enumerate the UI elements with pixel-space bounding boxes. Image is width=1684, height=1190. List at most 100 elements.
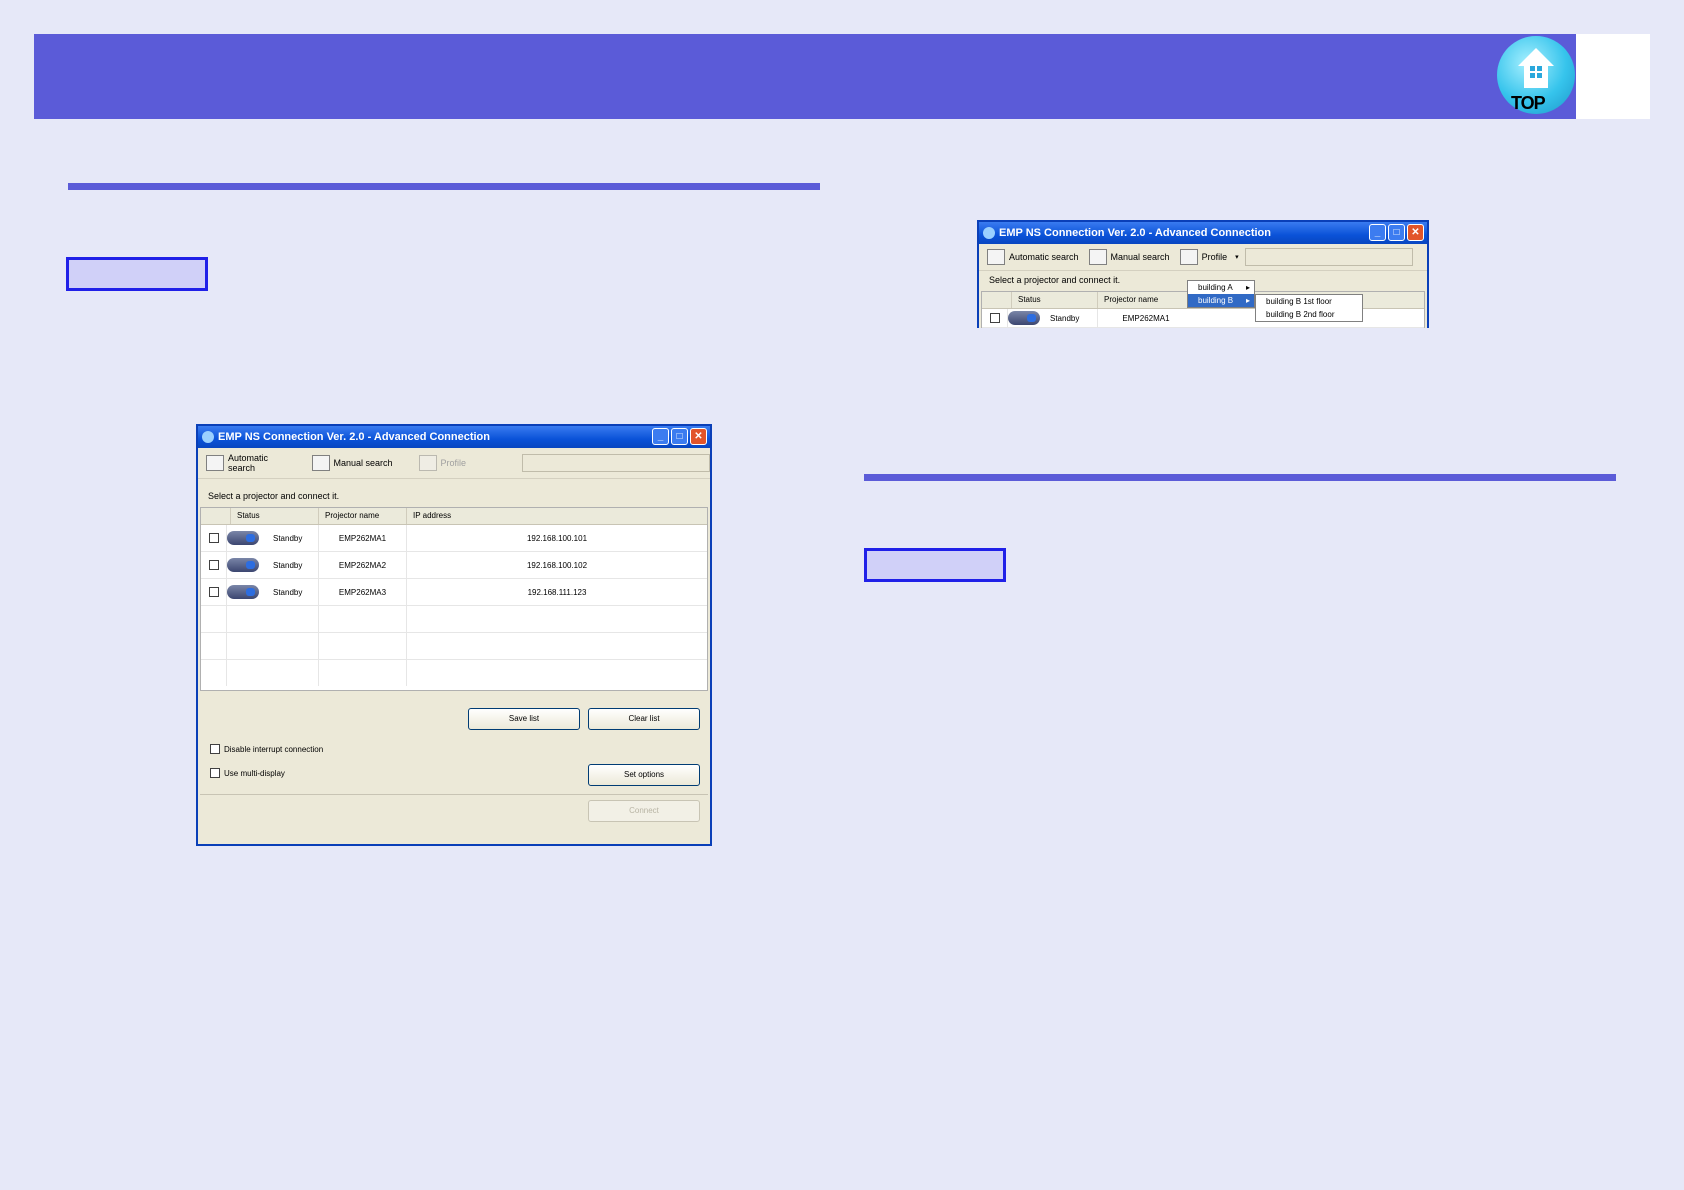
profile-label: Profile: [1201, 252, 1228, 262]
menu-item-building-a[interactable]: building A ▸: [1188, 281, 1254, 294]
menu-item-label: building A: [1198, 283, 1233, 292]
row-checkbox[interactable]: [989, 313, 1000, 323]
top-button[interactable]: TOP: [1497, 36, 1575, 114]
divider: [200, 794, 708, 795]
chevron-right-icon: ▸: [1245, 296, 1250, 305]
small-toolbar: Automatic search Manual search Profile ▾: [979, 244, 1427, 271]
small-window-titlebar[interactable]: EMP NS Connection Ver. 2.0 - Advanced Co…: [979, 222, 1427, 244]
profile-menu: building A ▸ building B ▸: [1187, 280, 1255, 308]
column-projector-name[interactable]: Projector name: [319, 508, 407, 524]
top-label: TOP: [1511, 93, 1546, 113]
profile-field[interactable]: [1244, 248, 1413, 266]
row-ip: 192.168.100.101: [526, 533, 588, 543]
row-checkbox[interactable]: [208, 587, 219, 597]
home-icon: [1518, 48, 1554, 88]
manual-search-label: Manual search: [333, 458, 393, 468]
app-icon: [983, 227, 995, 239]
projector-icon: [227, 585, 259, 599]
dropdown-arrow-icon: ▾: [1235, 254, 1239, 261]
manual-search-icon: [311, 455, 330, 471]
section-rule-left: [68, 183, 820, 190]
search-icon: [206, 455, 224, 471]
row-name: EMP262MA3: [319, 579, 407, 605]
main-window: EMP NS Connection Ver. 2.0 - Advanced Co…: [196, 424, 712, 846]
search-icon: [987, 249, 1005, 265]
profile-label: Profile: [440, 458, 467, 468]
automatic-search-label: Automatic search: [228, 453, 269, 473]
manual-search-button[interactable]: Manual search: [1088, 249, 1170, 265]
table-row[interactable]: Standby EMP262MA3 192.168.111.123: [201, 579, 707, 606]
row-name: EMP262MA1: [1122, 313, 1170, 323]
section-rule-right: [864, 474, 1616, 481]
submenu-item-1st-floor[interactable]: building B 1st floor: [1256, 295, 1362, 308]
manual-search-label: Manual search: [1110, 252, 1170, 262]
main-toolbar: Automatic search Manual search Profile: [198, 448, 710, 479]
table-row-empty: [201, 633, 707, 660]
manual-search-button[interactable]: Manual search: [311, 455, 393, 471]
profile-icon: [1179, 249, 1198, 265]
connect-button[interactable]: Connect: [588, 800, 700, 822]
row-ip: 192.168.100.102: [526, 560, 588, 570]
multi-display-label: Use multi-display: [224, 768, 285, 778]
column-check: [201, 508, 231, 524]
close-button[interactable]: ✕: [1407, 224, 1424, 241]
table-row[interactable]: Standby EMP262MA2 192.168.100.102: [201, 552, 707, 579]
automatic-search-label: Automatic search: [1009, 252, 1079, 262]
multi-display-checkbox[interactable]: [210, 768, 220, 778]
header-right-panel: [1576, 34, 1650, 119]
automatic-search-button[interactable]: Automatic search: [987, 249, 1079, 265]
chevron-right-icon: ▸: [1245, 283, 1250, 292]
app-icon: [202, 431, 214, 443]
column-ip-address[interactable]: IP address: [407, 508, 707, 524]
profile-button[interactable]: Profile: [418, 455, 467, 471]
column-status[interactable]: Status: [231, 508, 319, 524]
projector-icon: [227, 531, 259, 545]
row-status: Standby: [273, 533, 303, 543]
table-row[interactable]: Standby EMP262MA1 192.168.100.101: [201, 525, 707, 552]
menu-item-building-b[interactable]: building B ▸: [1188, 294, 1254, 307]
column-projector-name[interactable]: Projector name: [1098, 292, 1194, 308]
header-banner: [34, 34, 1650, 119]
clear-list-button[interactable]: Clear list: [588, 708, 700, 730]
table-row-empty: [201, 606, 707, 633]
row-checkbox[interactable]: [208, 560, 219, 570]
column-status[interactable]: Status: [1012, 292, 1098, 308]
maximize-button[interactable]: □: [671, 428, 688, 445]
profile-field[interactable]: [522, 454, 710, 472]
menu-item-label: building B: [1198, 296, 1234, 305]
disable-interrupt-checkbox-row[interactable]: Disable interrupt connection: [210, 744, 323, 754]
row-status: Standby: [273, 560, 303, 570]
table-row-empty: [201, 660, 707, 686]
maximize-button[interactable]: □: [1388, 224, 1405, 241]
small-window: EMP NS Connection Ver. 2.0 - Advanced Co…: [977, 220, 1429, 328]
row-name: EMP262MA1: [319, 525, 407, 551]
set-options-button[interactable]: Set options: [588, 764, 700, 786]
profile-button[interactable]: Profile ▾: [1179, 249, 1239, 265]
row-checkbox[interactable]: [208, 533, 219, 543]
row-status: Standby: [1050, 313, 1080, 323]
main-window-titlebar[interactable]: EMP NS Connection Ver. 2.0 - Advanced Co…: [198, 426, 710, 448]
manual-search-icon: [1088, 249, 1107, 265]
disable-interrupt-checkbox[interactable]: [210, 744, 220, 754]
profile-icon: [418, 455, 437, 471]
close-button[interactable]: ✕: [690, 428, 707, 445]
table-header: Status Projector name IP address: [201, 508, 707, 525]
profile-submenu: building B 1st floor building B 2nd floo…: [1255, 294, 1363, 322]
projector-icon: [1008, 311, 1040, 325]
minimize-button[interactable]: _: [1369, 224, 1386, 241]
procedure-label-left: [66, 257, 208, 291]
save-list-button[interactable]: Save list: [468, 708, 580, 730]
instruction-text: Select a projector and connect it.: [208, 491, 340, 501]
submenu-item-2nd-floor[interactable]: building B 2nd floor: [1256, 308, 1362, 321]
automatic-search-button[interactable]: Automatic search: [206, 453, 298, 473]
small-window-title: EMP NS Connection Ver. 2.0 - Advanced Co…: [999, 227, 1271, 239]
multi-display-checkbox-row[interactable]: Use multi-display: [210, 768, 285, 778]
minimize-button[interactable]: _: [652, 428, 669, 445]
disable-interrupt-label: Disable interrupt connection: [224, 744, 324, 754]
column-check: [982, 292, 1012, 308]
main-window-title: EMP NS Connection Ver. 2.0 - Advanced Co…: [218, 431, 490, 443]
row-status: Standby: [273, 587, 303, 597]
projector-icon: [227, 558, 259, 572]
row-name: EMP262MA2: [319, 552, 407, 578]
procedure-label-right: [864, 548, 1006, 582]
